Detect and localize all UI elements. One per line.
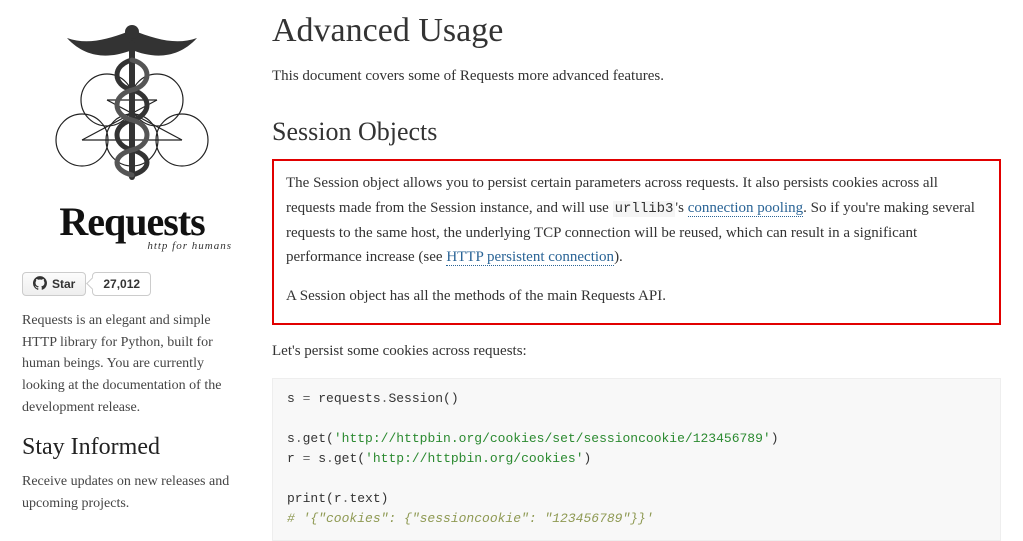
page-lead: This document covers some of Requests mo… [272,64,1001,89]
code-example: s = requests.Session() s.get('http://htt… [272,378,1001,541]
github-star-count[interactable]: 27,012 [92,272,151,296]
highlight-box: The Session object allows you to persist… [272,159,1001,325]
section-heading-session-objects: Session Objects [272,117,1001,147]
page-title: Advanced Usage [272,12,1001,50]
github-star-label: Star [52,277,75,291]
caduceus-icon [22,10,242,200]
stay-informed-heading: Stay Informed [22,434,242,461]
logo-block: Requests http for humans [22,10,242,252]
github-star-widget: Star 27,012 [22,272,151,296]
stay-informed-text: Receive updates on new releases and upco… [22,471,242,514]
sidebar-intro: Requests is an elegant and simple HTTP l… [22,310,242,418]
link-connection-pooling[interactable]: connection pooling [688,200,803,217]
session-para-1: The Session object allows you to persist… [286,171,987,270]
main-content: Advanced Usage This document covers some… [242,0,1001,541]
session-para-3: Let's persist some cookies across reques… [272,339,1001,364]
github-star-button[interactable]: Star [22,272,86,296]
github-icon [33,276,47,293]
session-para-2: A Session object has all the methods of … [286,284,987,309]
brand-name: Requests [22,202,242,242]
link-http-persistent-connection[interactable]: HTTP persistent connection [446,249,614,266]
inline-code-urllib3: urllib3 [613,201,676,217]
sidebar: Requests http for humans Star 27,012 Req… [22,0,242,541]
